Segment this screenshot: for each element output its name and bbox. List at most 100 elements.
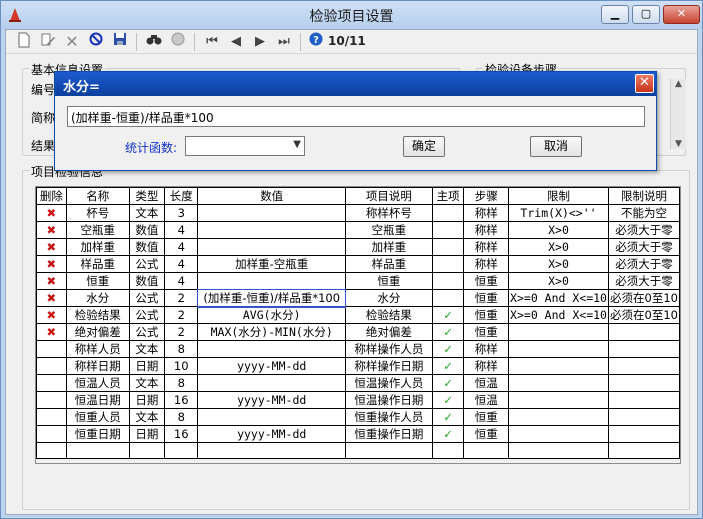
value-cell[interactable]: AVG(水分): [197, 306, 346, 324]
delete-cell[interactable]: ✖: [36, 272, 67, 290]
value-cell[interactable]: [197, 340, 346, 358]
name-cell[interactable]: 加样重: [65, 238, 130, 256]
dialog-title-bar[interactable]: 水分= ✕: [55, 72, 656, 96]
save-icon[interactable]: [110, 32, 130, 52]
length-cell[interactable]: 8: [164, 374, 199, 392]
delete-cell[interactable]: ✖: [36, 323, 67, 341]
table-row[interactable]: ✖ 加样重 数值 4 加样重 称样 X>0 必须大于零: [36, 238, 680, 256]
empty-cell[interactable]: [65, 442, 130, 459]
type-cell[interactable]: 公式: [128, 255, 166, 273]
type-cell[interactable]: 数值: [128, 238, 166, 256]
name-cell[interactable]: 恒温人员: [65, 374, 130, 392]
find-icon[interactable]: [144, 32, 164, 52]
value-cell[interactable]: 加样重-空瓶重: [197, 255, 346, 273]
type-cell[interactable]: 文本: [128, 374, 166, 392]
limit-desc-cell[interactable]: 必须在0至10: [607, 289, 680, 307]
minimize-button[interactable]: ▁: [601, 5, 629, 24]
col-header-description[interactable]: 项目说明: [344, 187, 433, 205]
main-cell[interactable]: ✓: [431, 408, 465, 426]
dialog-close-button[interactable]: ✕: [635, 74, 654, 93]
table-row[interactable]: 称样人员 文本 8 称样操作人员 ✓ 称样: [36, 340, 680, 358]
length-cell[interactable]: 10: [164, 357, 199, 375]
main-cell[interactable]: ✓: [431, 357, 465, 375]
step-cell[interactable]: 恒重: [463, 425, 510, 443]
table-row[interactable]: 恒温人员 文本 8 恒温操作人员 ✓ 恒温: [36, 374, 680, 392]
cancel-icon[interactable]: [86, 32, 106, 52]
device-steps-scrollbar[interactable]: ▲ ▼: [670, 79, 686, 149]
col-header-main[interactable]: 主项: [431, 187, 465, 205]
limit-desc-cell[interactable]: [607, 408, 680, 426]
description-cell[interactable]: 称样操作人员: [344, 340, 433, 358]
type-cell[interactable]: 文本: [128, 340, 166, 358]
length-cell[interactable]: 4: [164, 255, 199, 273]
limit-cell[interactable]: [508, 340, 609, 358]
name-cell[interactable]: 空瓶重: [65, 221, 130, 239]
delete-cell[interactable]: [36, 408, 67, 426]
col-header-type[interactable]: 类型: [128, 187, 166, 205]
table-row[interactable]: ✖ 水分 公式 2 (加样重-恒重)/样品重*100 水分 恒重 X>=0 And X<=10…: [36, 288, 680, 308]
description-cell[interactable]: 恒重操作人员: [344, 408, 433, 426]
length-cell[interactable]: 8: [164, 340, 199, 358]
description-cell[interactable]: 样品重: [344, 255, 433, 273]
description-cell[interactable]: 称样杯号: [344, 204, 433, 222]
name-cell[interactable]: 绝对偏差: [65, 323, 130, 341]
name-cell[interactable]: 样品重: [65, 255, 130, 273]
limit-cell[interactable]: [508, 323, 609, 341]
col-header-step[interactable]: 步骤: [463, 187, 510, 205]
empty-cell[interactable]: [164, 442, 199, 459]
first-record-icon[interactable]: ⏮: [202, 32, 222, 52]
name-cell[interactable]: 检验结果: [65, 306, 130, 324]
empty-cell[interactable]: [197, 442, 346, 459]
cancel-button[interactable]: 取消: [530, 136, 582, 157]
table-row[interactable]: ✖ 空瓶重 数值 4 空瓶重 称样 X>0 必须大于零: [36, 221, 680, 239]
length-cell[interactable]: 8: [164, 408, 199, 426]
empty-cell[interactable]: [508, 442, 609, 459]
length-cell[interactable]: 2: [164, 306, 199, 324]
value-cell[interactable]: [197, 408, 346, 426]
value-cell[interactable]: [197, 238, 346, 256]
limit-cell[interactable]: X>0: [508, 272, 609, 290]
table-row[interactable]: 恒温日期 日期 16 yyyy-MM-dd 恒温操作日期 ✓ 恒温: [36, 391, 680, 409]
empty-cell[interactable]: [431, 442, 465, 459]
title-bar[interactable]: 检验项目设置 ▁ ▢ ✕: [1, 1, 702, 29]
length-cell[interactable]: 2: [164, 289, 199, 307]
next-record-icon[interactable]: ▶: [250, 32, 270, 52]
step-cell[interactable]: 恒重: [463, 408, 510, 426]
col-header-delete[interactable]: 删除: [36, 187, 67, 205]
description-cell[interactable]: 恒温操作日期: [344, 391, 433, 409]
length-cell[interactable]: 16: [164, 425, 199, 443]
limit-cell[interactable]: X>=0 And X<=10: [508, 289, 609, 307]
name-cell[interactable]: 恒重日期: [65, 425, 130, 443]
type-cell[interactable]: 数值: [128, 272, 166, 290]
main-cell[interactable]: ✓: [431, 374, 465, 392]
value-cell[interactable]: yyyy-MM-dd: [197, 391, 346, 409]
step-cell[interactable]: 称样: [463, 204, 510, 222]
edit-icon[interactable]: [38, 32, 58, 52]
delete-cell[interactable]: ✖: [36, 238, 67, 256]
limit-cell[interactable]: Trim(X)<>'': [508, 204, 609, 222]
value-cell[interactable]: [197, 374, 346, 392]
name-cell[interactable]: 杯号: [65, 204, 130, 222]
main-cell[interactable]: [431, 255, 465, 273]
table-row[interactable]: ✖ 恒重 数值 4 恒重 恒重 X>0 必须大于零: [36, 272, 680, 290]
description-cell[interactable]: 绝对偏差: [344, 323, 433, 341]
step-cell[interactable]: 恒重: [463, 289, 510, 307]
delete-cell[interactable]: ✖: [36, 204, 67, 222]
limit-desc-cell[interactable]: 不能为空: [607, 204, 680, 222]
table-row[interactable]: ✖ 样品重 公式 4 加样重-空瓶重 样品重 称样 X>0 必须大于零: [36, 255, 680, 273]
delete-cell[interactable]: ✖: [36, 306, 67, 324]
col-header-length[interactable]: 长度: [164, 187, 199, 205]
col-header-limit[interactable]: 限制: [508, 187, 609, 205]
delete-cell[interactable]: ✖: [36, 221, 67, 239]
main-cell[interactable]: ✓: [431, 306, 465, 324]
limit-desc-cell[interactable]: 必须大于零: [607, 221, 680, 239]
stat-function-select[interactable]: ▼: [185, 136, 305, 156]
step-cell[interactable]: 恒重: [463, 323, 510, 341]
limit-cell[interactable]: X>0: [508, 255, 609, 273]
empty-cell[interactable]: [463, 442, 510, 459]
delete-cell[interactable]: [36, 425, 67, 443]
step-cell[interactable]: 称样: [463, 357, 510, 375]
limit-cell[interactable]: [508, 391, 609, 409]
empty-cell[interactable]: [607, 442, 680, 459]
limit-cell[interactable]: [508, 408, 609, 426]
